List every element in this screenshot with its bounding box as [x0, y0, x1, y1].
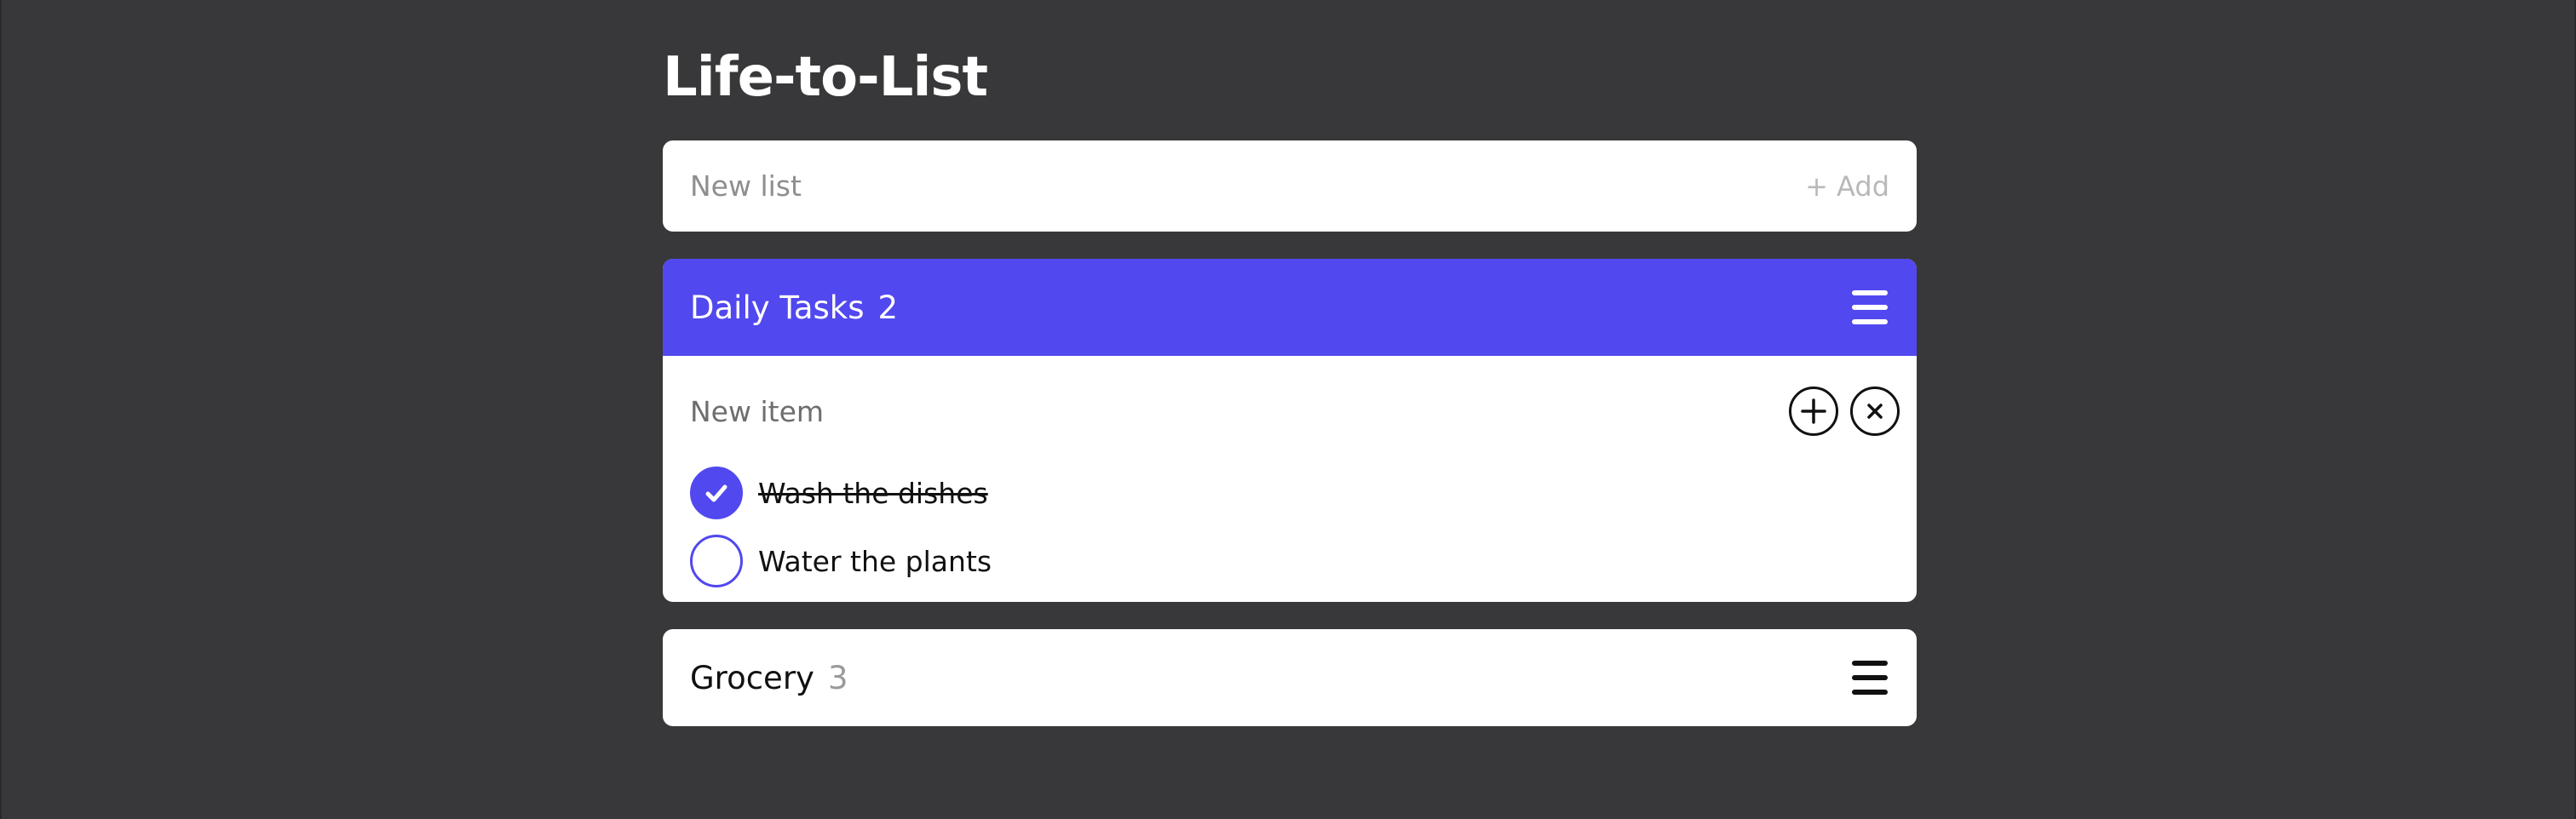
hamburger-menu-icon[interactable] — [1852, 290, 1889, 324]
item-checkbox-unchecked[interactable] — [690, 535, 743, 587]
list-name: Daily Tasks — [690, 289, 865, 326]
item-checkbox-checked[interactable] — [690, 467, 743, 519]
new-list-bar: + Add — [663, 140, 1917, 232]
list-name: Grocery — [690, 659, 814, 696]
item-text: Water the plants — [758, 544, 992, 578]
list-count-badge: 2 — [877, 289, 899, 326]
close-circle-icon — [1867, 404, 1883, 419]
cancel-item-button[interactable] — [1850, 387, 1900, 436]
list-card-daily-tasks: Daily Tasks 2 New item Wash the dishes W… — [663, 259, 1917, 602]
list-card-grocery: Grocery 3 — [663, 629, 1917, 726]
plus-circle-icon — [1801, 398, 1826, 424]
list-header-grocery[interactable]: Grocery 3 — [663, 629, 1917, 726]
add-item-button[interactable] — [1789, 387, 1838, 436]
add-list-button[interactable]: + Add — [1805, 170, 1889, 203]
list-body: Wash the dishes Water the plants — [663, 356, 1917, 602]
new-item-row — [690, 356, 1900, 467]
checkmark-icon — [705, 484, 727, 502]
list-header-daily-tasks[interactable]: Daily Tasks 2 — [663, 259, 1917, 356]
item-text: Wash the dishes — [758, 476, 988, 510]
list-item: Wash the dishes — [690, 467, 988, 519]
list-item: Water the plants — [690, 535, 992, 587]
hamburger-menu-icon[interactable] — [1852, 661, 1889, 695]
new-item-input[interactable] — [690, 394, 1457, 428]
new-list-input[interactable] — [690, 169, 1627, 203]
list-count-badge: 3 — [827, 659, 848, 696]
app-title: Life-to-List — [663, 46, 988, 109]
